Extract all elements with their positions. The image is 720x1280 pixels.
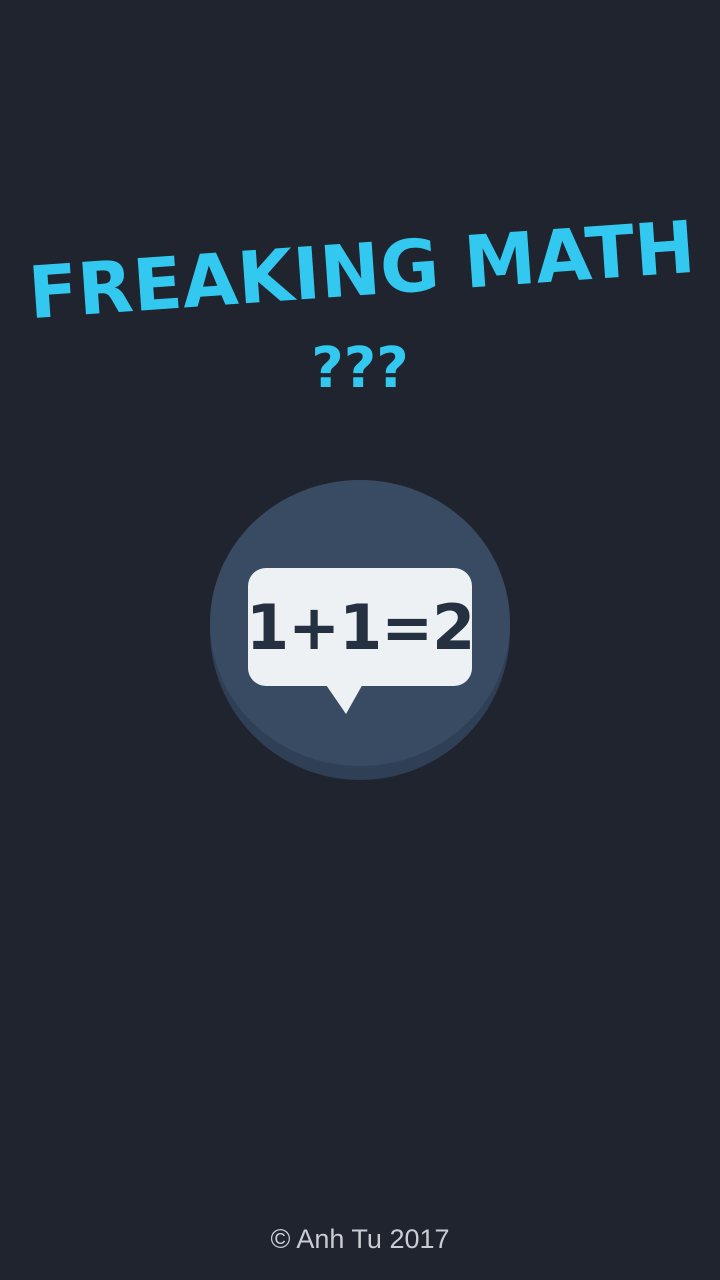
play-button[interactable]: 1+1=2: [210, 480, 510, 780]
copyright-text: © Anh Tu 2017: [270, 1224, 450, 1254]
game-subtitle: ???: [311, 336, 408, 401]
equation-text: 1+1=2: [246, 591, 475, 664]
play-button-face: 1+1=2: [210, 480, 510, 766]
game-title: FREAKING MATH: [26, 205, 698, 335]
game-title-logo: FREAKING MATH ???: [26, 205, 698, 401]
splash-screen: FREAKING MATH ??? 1+1=2 © Anh Tu 2017: [0, 0, 720, 1280]
